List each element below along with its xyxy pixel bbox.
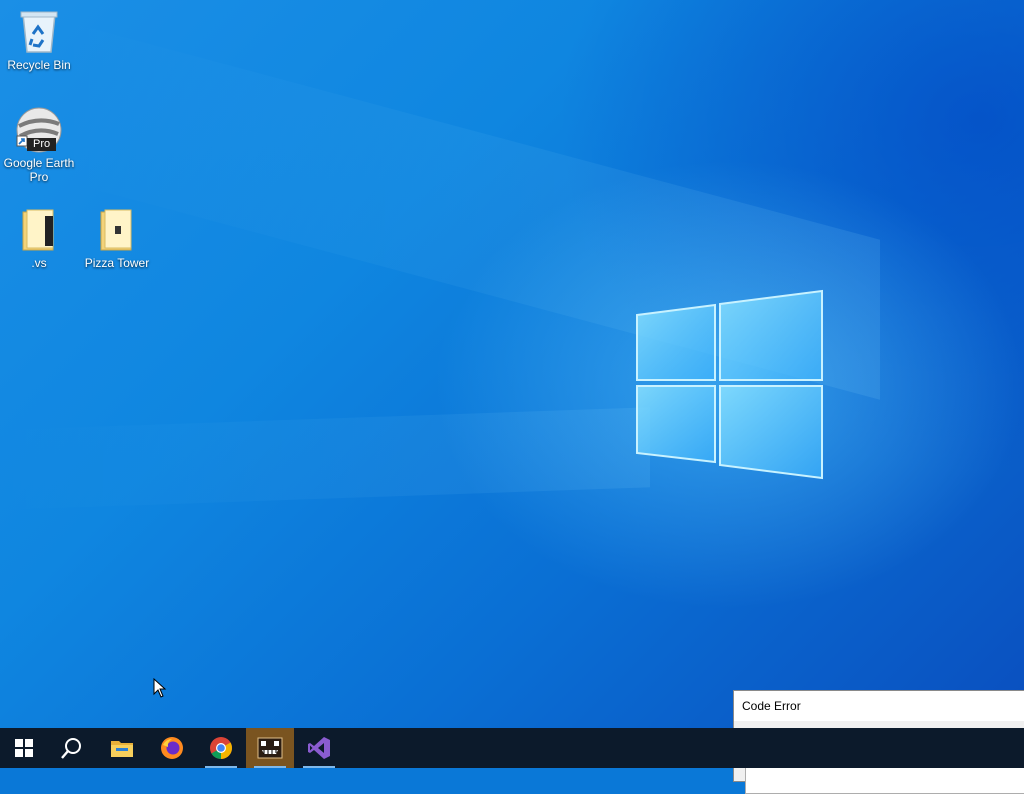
taskbar-firefox[interactable] bbox=[148, 728, 196, 768]
desktop-icon-recycle-bin[interactable]: Recycle Bin bbox=[0, 8, 78, 72]
desktop-icon-label: .vs bbox=[31, 256, 47, 270]
game-icon bbox=[257, 737, 283, 759]
recycle-bin-icon bbox=[15, 8, 63, 56]
taskbar bbox=[0, 728, 1024, 768]
desktop-icon-label: Recycle Bin bbox=[7, 58, 71, 72]
taskbar-visual-studio[interactable] bbox=[295, 728, 343, 768]
wallpaper-light-beam bbox=[0, 407, 650, 510]
pro-badge: Pro bbox=[27, 138, 57, 151]
firefox-icon bbox=[161, 737, 183, 759]
visual-studio-icon bbox=[308, 737, 330, 759]
start-button[interactable] bbox=[0, 728, 48, 768]
desktop-icon-pizza-tower-folder[interactable]: Pizza Tower bbox=[78, 206, 156, 270]
desktop: Recycle Bin Pro Google Earth Pro .vs Piz… bbox=[0, 0, 1024, 728]
dialog-title: Code Error bbox=[734, 691, 1024, 721]
folder-icon bbox=[111, 741, 133, 757]
windows-logo-icon bbox=[15, 739, 33, 757]
folder-icon bbox=[93, 206, 141, 254]
desktop-icon-google-earth-pro[interactable]: Pro Google Earth Pro bbox=[0, 106, 78, 184]
desktop-icon-vs-folder[interactable]: .vs bbox=[0, 206, 78, 270]
search-icon bbox=[61, 738, 81, 759]
google-earth-pro-icon: Pro bbox=[15, 106, 63, 154]
folder-icon bbox=[15, 206, 63, 254]
mouse-cursor-icon bbox=[153, 678, 167, 698]
taskbar-file-explorer[interactable] bbox=[98, 728, 146, 768]
taskbar-pizza-tower-game[interactable] bbox=[246, 728, 294, 768]
desktop-icon-label: Google Earth Pro bbox=[3, 156, 75, 184]
wallpaper-windows-logo bbox=[636, 289, 823, 480]
chrome-icon bbox=[210, 737, 232, 759]
desktop-icon-label: Pizza Tower bbox=[84, 256, 150, 270]
taskbar-chrome[interactable] bbox=[197, 728, 245, 768]
search-button[interactable] bbox=[48, 728, 96, 768]
